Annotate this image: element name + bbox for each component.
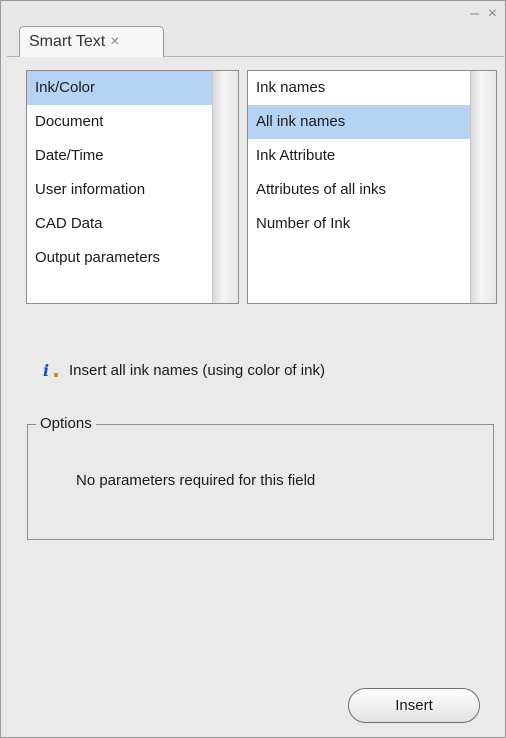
category-item-ink-color[interactable]: Ink/Color	[27, 71, 212, 105]
window-controls: – ×	[470, 5, 499, 23]
category-item-date-time[interactable]: Date/Time	[27, 139, 212, 173]
close-panel-icon[interactable]: ×	[488, 5, 499, 22]
tab-smart-text[interactable]: Smart Text ×	[19, 26, 164, 57]
options-legend: Options	[36, 415, 96, 432]
field-item-ink-attribute[interactable]: Ink Attribute	[248, 139, 470, 173]
field-list[interactable]: Ink names All ink names Ink Attribute At…	[247, 70, 497, 304]
field-item-number-of-ink[interactable]: Number of Ink	[248, 207, 470, 241]
smart-text-panel: – × Smart Text × Ink/Color Document Date…	[0, 0, 506, 738]
field-item-ink-names[interactable]: Ink names	[248, 71, 470, 105]
options-message: No parameters required for this field	[76, 472, 316, 489]
field-list-scrollbar[interactable]	[470, 71, 496, 303]
category-list-scrollbar[interactable]	[212, 71, 238, 303]
field-item-all-ink-names[interactable]: All ink names	[248, 105, 470, 139]
minimize-icon[interactable]: –	[470, 5, 481, 22]
insert-button[interactable]: Insert	[348, 688, 480, 723]
tab-close-icon[interactable]: ×	[110, 33, 119, 51]
category-item-user-information[interactable]: User information	[27, 173, 212, 207]
tab-content: Ink/Color Document Date/Time User inform…	[7, 56, 504, 737]
tab-label: Smart Text	[29, 33, 106, 50]
category-list[interactable]: Ink/Color Document Date/Time User inform…	[26, 70, 239, 304]
category-item-document[interactable]: Document	[27, 105, 212, 139]
field-description: i Insert all ink names (using color of i…	[37, 360, 325, 380]
field-item-attributes-of-all-inks[interactable]: Attributes of all inks	[248, 173, 470, 207]
options-group: Options No parameters required for this …	[27, 415, 494, 540]
field-description-text: Insert all ink names (using color of ink…	[69, 361, 325, 379]
category-item-cad-data[interactable]: CAD Data	[27, 207, 212, 241]
info-icon: i	[37, 360, 58, 380]
category-item-output-parameters[interactable]: Output parameters	[27, 241, 212, 275]
